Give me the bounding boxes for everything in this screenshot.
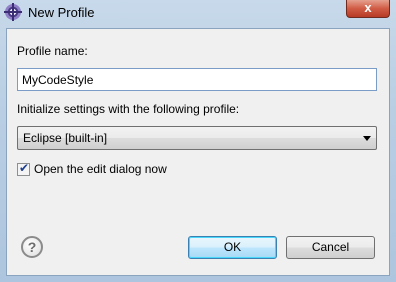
title-bar[interactable]: New Profile x	[0, 0, 396, 26]
initialize-label: Initialize settings with the following p…	[17, 102, 240, 116]
close-button[interactable]: x	[346, 0, 390, 18]
initialize-profile-select[interactable]: Eclipse [built-in]	[17, 126, 377, 150]
window-title: New Profile	[28, 5, 95, 20]
dropdown-arrow-icon	[363, 136, 371, 141]
initialize-profile-value: Eclipse [built-in]	[23, 131, 108, 145]
cancel-button[interactable]: Cancel	[286, 236, 375, 259]
help-icon[interactable]: ?	[21, 236, 43, 258]
eclipse-icon	[4, 3, 22, 21]
open-edit-label[interactable]: Open the edit dialog now	[34, 162, 167, 176]
dialog-window: New Profile x Profile name: Initialize s…	[0, 0, 396, 282]
close-icon: x	[364, 0, 372, 15]
dialog-body: Profile name: Initialize settings with t…	[6, 28, 390, 276]
profile-name-input[interactable]	[17, 68, 377, 91]
profile-name-label: Profile name:	[17, 44, 88, 58]
ok-button[interactable]: OK	[188, 236, 277, 259]
open-edit-checkbox[interactable]: ✔	[17, 161, 30, 176]
checkmark-icon: ✔	[19, 161, 30, 175]
